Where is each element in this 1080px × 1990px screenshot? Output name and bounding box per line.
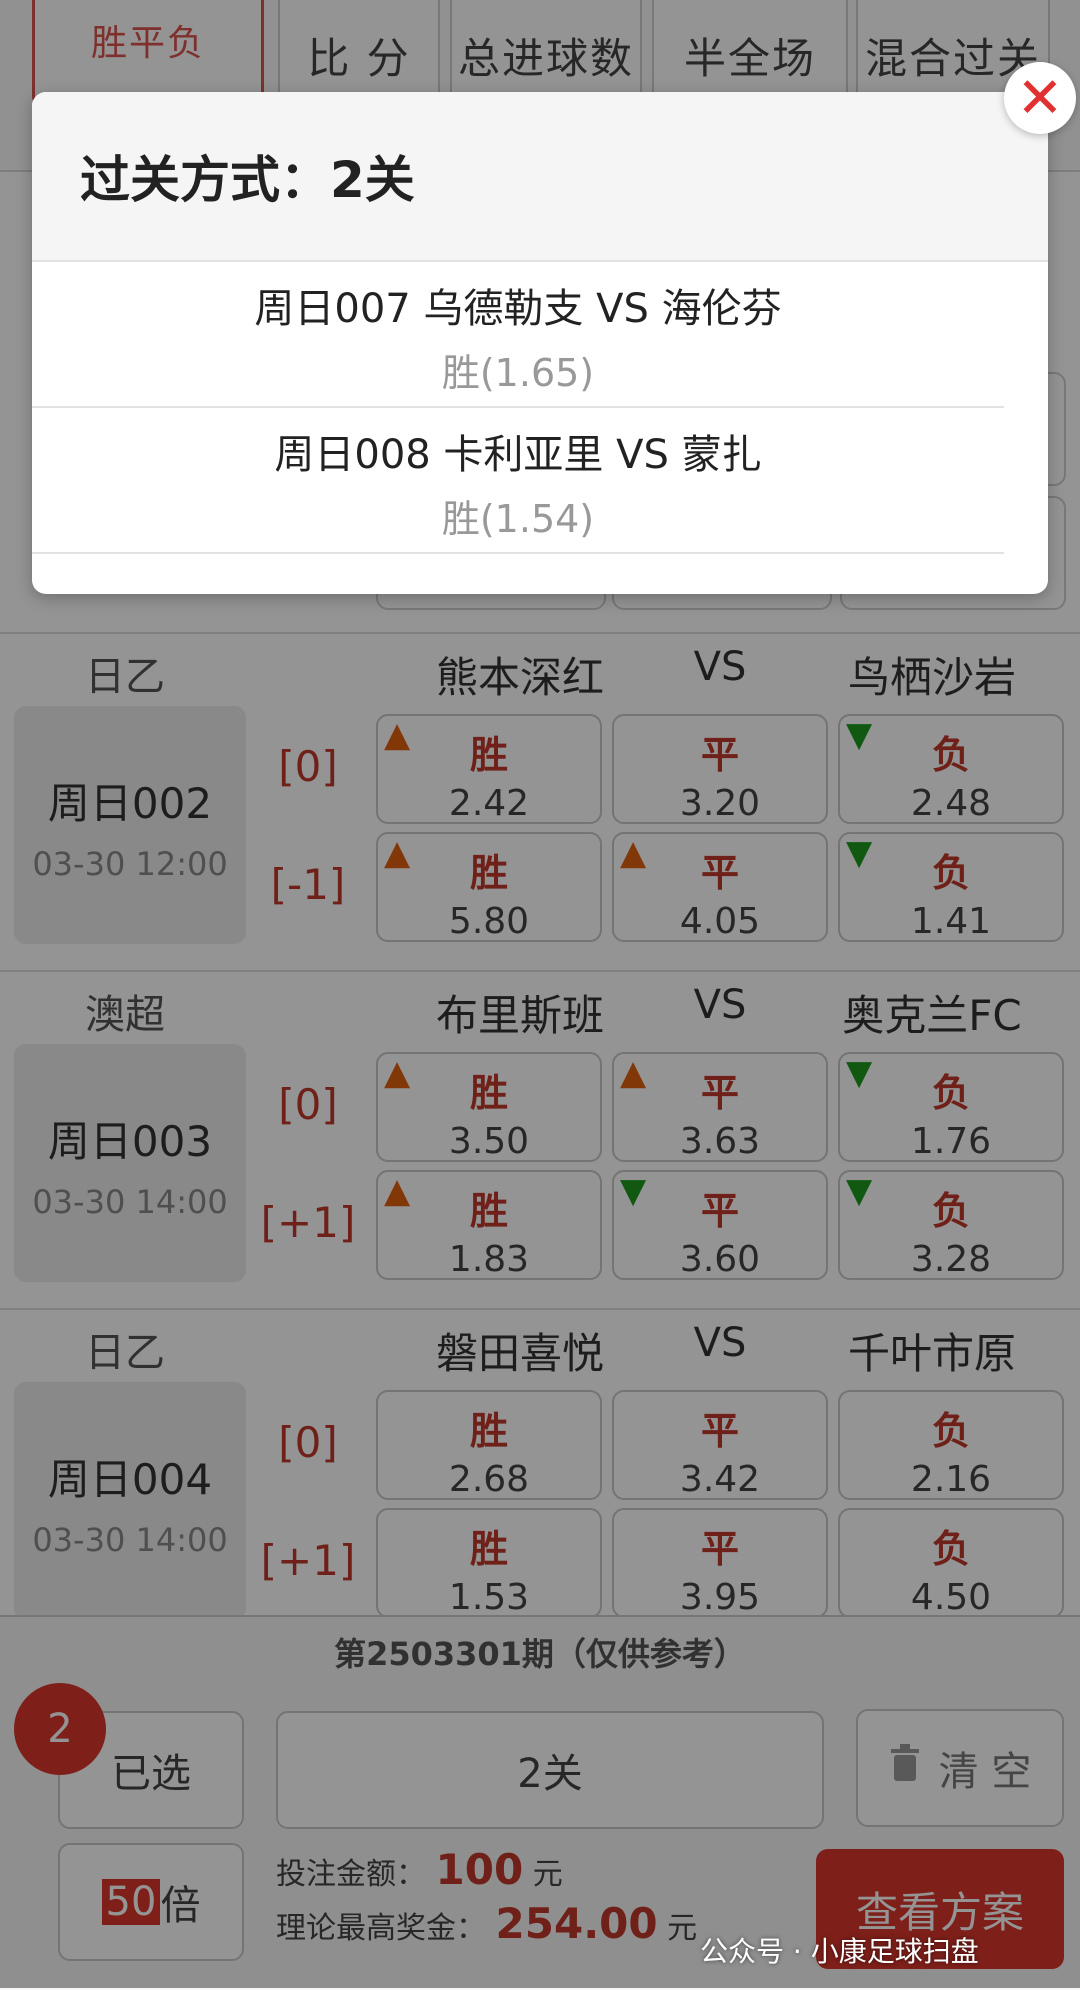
modal-item-title: 周日008 卡利亚里 VS 蒙扎 xyxy=(274,432,762,478)
parlay-detail-modal: 过关方式：2关 周日007 乌德勒支 VS 海伦芬 胜(1.65) 周日008 … xyxy=(32,92,1048,594)
modal-list-item: 周日008 卡利亚里 VS 蒙扎 胜(1.54) xyxy=(32,408,1004,554)
modal-item-selection: 胜(1.65) xyxy=(441,351,595,395)
page: 胜平负 比 分 总进球数 半全场 混合过关 日乙 熊本深红 VS 鸟栖沙岩 周日002 0… xyxy=(0,0,1080,1990)
modal-list-item: 周日007 乌德勒支 VS 海伦芬 胜(1.65) xyxy=(32,262,1004,408)
watermark: 公众号 · 小康足球扫盘 xyxy=(700,1935,979,1968)
modal-item-selection: 胜(1.54) xyxy=(441,497,595,541)
modal-item-title: 周日007 乌德勒支 VS 海伦芬 xyxy=(254,286,782,332)
close-icon[interactable]: ✕ xyxy=(1004,62,1076,134)
modal-title: 过关方式：2关 xyxy=(32,92,1048,262)
